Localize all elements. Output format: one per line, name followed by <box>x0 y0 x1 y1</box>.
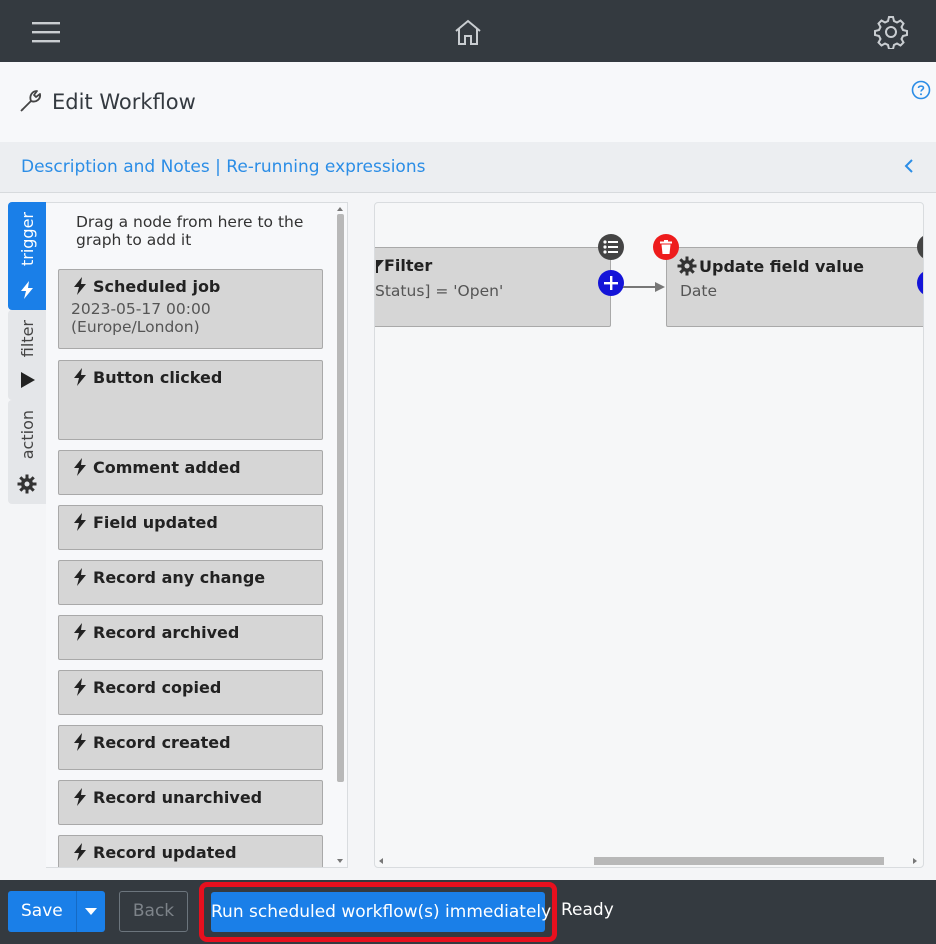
footer-toolbar: Save Back Run scheduled workflow(s) imme… <box>0 880 936 944</box>
node-title: Button clicked <box>93 367 223 387</box>
save-button[interactable]: Save <box>8 891 105 932</box>
link-separator: | <box>209 157 227 177</box>
graph-node-update-title: Update field value <box>699 256 864 276</box>
graph-node-update-field-name: Date <box>680 282 718 300</box>
graph-node-filter-title: Filter <box>384 256 433 275</box>
bolt-icon <box>71 787 89 807</box>
gear-icon <box>17 474 37 494</box>
palette-node-record-created[interactable]: Record created <box>58 725 323 770</box>
palette-hint: Drag a node from here to the graph to ad… <box>76 213 304 249</box>
graph-horizontal-scrollbar[interactable] <box>378 855 918 867</box>
delete-node-button[interactable] <box>653 234 679 260</box>
bolt-icon <box>71 732 89 752</box>
palette-scrollbar[interactable] <box>334 206 346 866</box>
run-scheduled-workflows-button[interactable]: Run scheduled workflow(s) immediately <box>211 892 551 932</box>
bolt-icon <box>71 276 89 296</box>
node-title: Scheduled job <box>93 276 221 296</box>
play-icon <box>17 370 37 390</box>
home-icon[interactable] <box>448 12 488 52</box>
collapse-chevron-icon[interactable] <box>902 156 922 178</box>
graph-scrollbar-thumb[interactable] <box>594 857 884 865</box>
description-notes-link[interactable]: Description and Notes <box>21 157 210 177</box>
list-menu-button[interactable] <box>598 234 624 260</box>
tab-trigger[interactable]: trigger <box>8 202 46 310</box>
node-title: Record archived <box>93 622 240 642</box>
tab-filter-label: filter <box>17 320 37 358</box>
node-schedule-date: 2023-05-17 00:00 <box>71 300 211 318</box>
palette-node-field-updated[interactable]: Field updated <box>58 505 323 550</box>
page-title: Edit Workflow <box>52 90 196 114</box>
caret-down-icon[interactable] <box>85 908 97 915</box>
connector-arrow <box>623 282 665 292</box>
save-split-divider <box>76 891 77 932</box>
node-title: Record any change <box>93 567 266 587</box>
workflow-graph-canvas[interactable]: Filter Status] = 'Open' Update field val… <box>374 202 924 868</box>
bolt-icon <box>17 280 37 300</box>
tab-action[interactable]: action <box>8 400 46 504</box>
back-button[interactable]: Back <box>119 891 188 932</box>
save-button-label: Save <box>21 901 63 921</box>
palette-node-record-any-change[interactable]: Record any change <box>58 560 323 605</box>
top-navbar <box>0 0 936 62</box>
workflow-links-bar: Description and Notes | Re-running expre… <box>0 142 936 193</box>
node-title: Record updated <box>93 842 237 862</box>
status-text: Ready <box>561 900 614 920</box>
bolt-icon <box>71 457 89 477</box>
node-title: Record unarchived <box>93 787 263 807</box>
graph-node-update-field[interactable]: Update field value Date <box>666 247 923 327</box>
node-palette: Drag a node from here to the graph to ad… <box>46 202 348 868</box>
node-title: Record copied <box>93 677 222 697</box>
node-title: Comment added <box>93 457 241 477</box>
filter-icon <box>376 259 384 273</box>
rerunning-expressions-link[interactable]: Re-running expressions <box>226 157 425 177</box>
bolt-icon <box>71 567 89 587</box>
page-header: Edit Workflow <box>0 62 936 142</box>
bolt-icon <box>71 512 89 532</box>
node-schedule-timezone: (Europe/London) <box>71 318 200 336</box>
graph-node-filter-condition: Status] = 'Open' <box>375 282 504 300</box>
gear-icon <box>677 256 699 276</box>
palette-node-record-updated[interactable]: Record updated <box>58 835 323 867</box>
run-button-highlight: Run scheduled workflow(s) immediately <box>199 882 557 942</box>
wrench-icon <box>18 88 44 114</box>
bolt-icon <box>71 677 89 697</box>
tab-action-label: action <box>17 410 37 460</box>
palette-node-scheduled-job[interactable]: Scheduled job 2023-05-17 00:00 (Europe/L… <box>58 269 323 349</box>
tab-filter[interactable]: filter <box>8 310 46 400</box>
palette-scrollbar-thumb[interactable] <box>337 214 344 782</box>
help-circle-icon[interactable] <box>911 80 931 100</box>
hamburger-icon[interactable] <box>26 12 66 52</box>
palette-node-record-unarchived[interactable]: Record unarchived <box>58 780 323 825</box>
palette-node-comment-added[interactable]: Comment added <box>58 450 323 495</box>
bolt-icon <box>71 367 89 387</box>
gear-icon[interactable] <box>871 12 911 52</box>
node-title: Record created <box>93 732 231 752</box>
bolt-icon <box>71 622 89 642</box>
palette-node-record-copied[interactable]: Record copied <box>58 670 323 715</box>
palette-node-button-clicked[interactable]: Button clicked <box>58 360 323 440</box>
add-node-button[interactable] <box>598 270 624 296</box>
graph-node-filter[interactable]: Filter Status] = 'Open' <box>375 247 611 327</box>
node-title: Field updated <box>93 512 218 532</box>
palette-node-record-archived[interactable]: Record archived <box>58 615 323 660</box>
bolt-icon <box>71 842 89 862</box>
tab-trigger-label: trigger <box>17 212 37 267</box>
